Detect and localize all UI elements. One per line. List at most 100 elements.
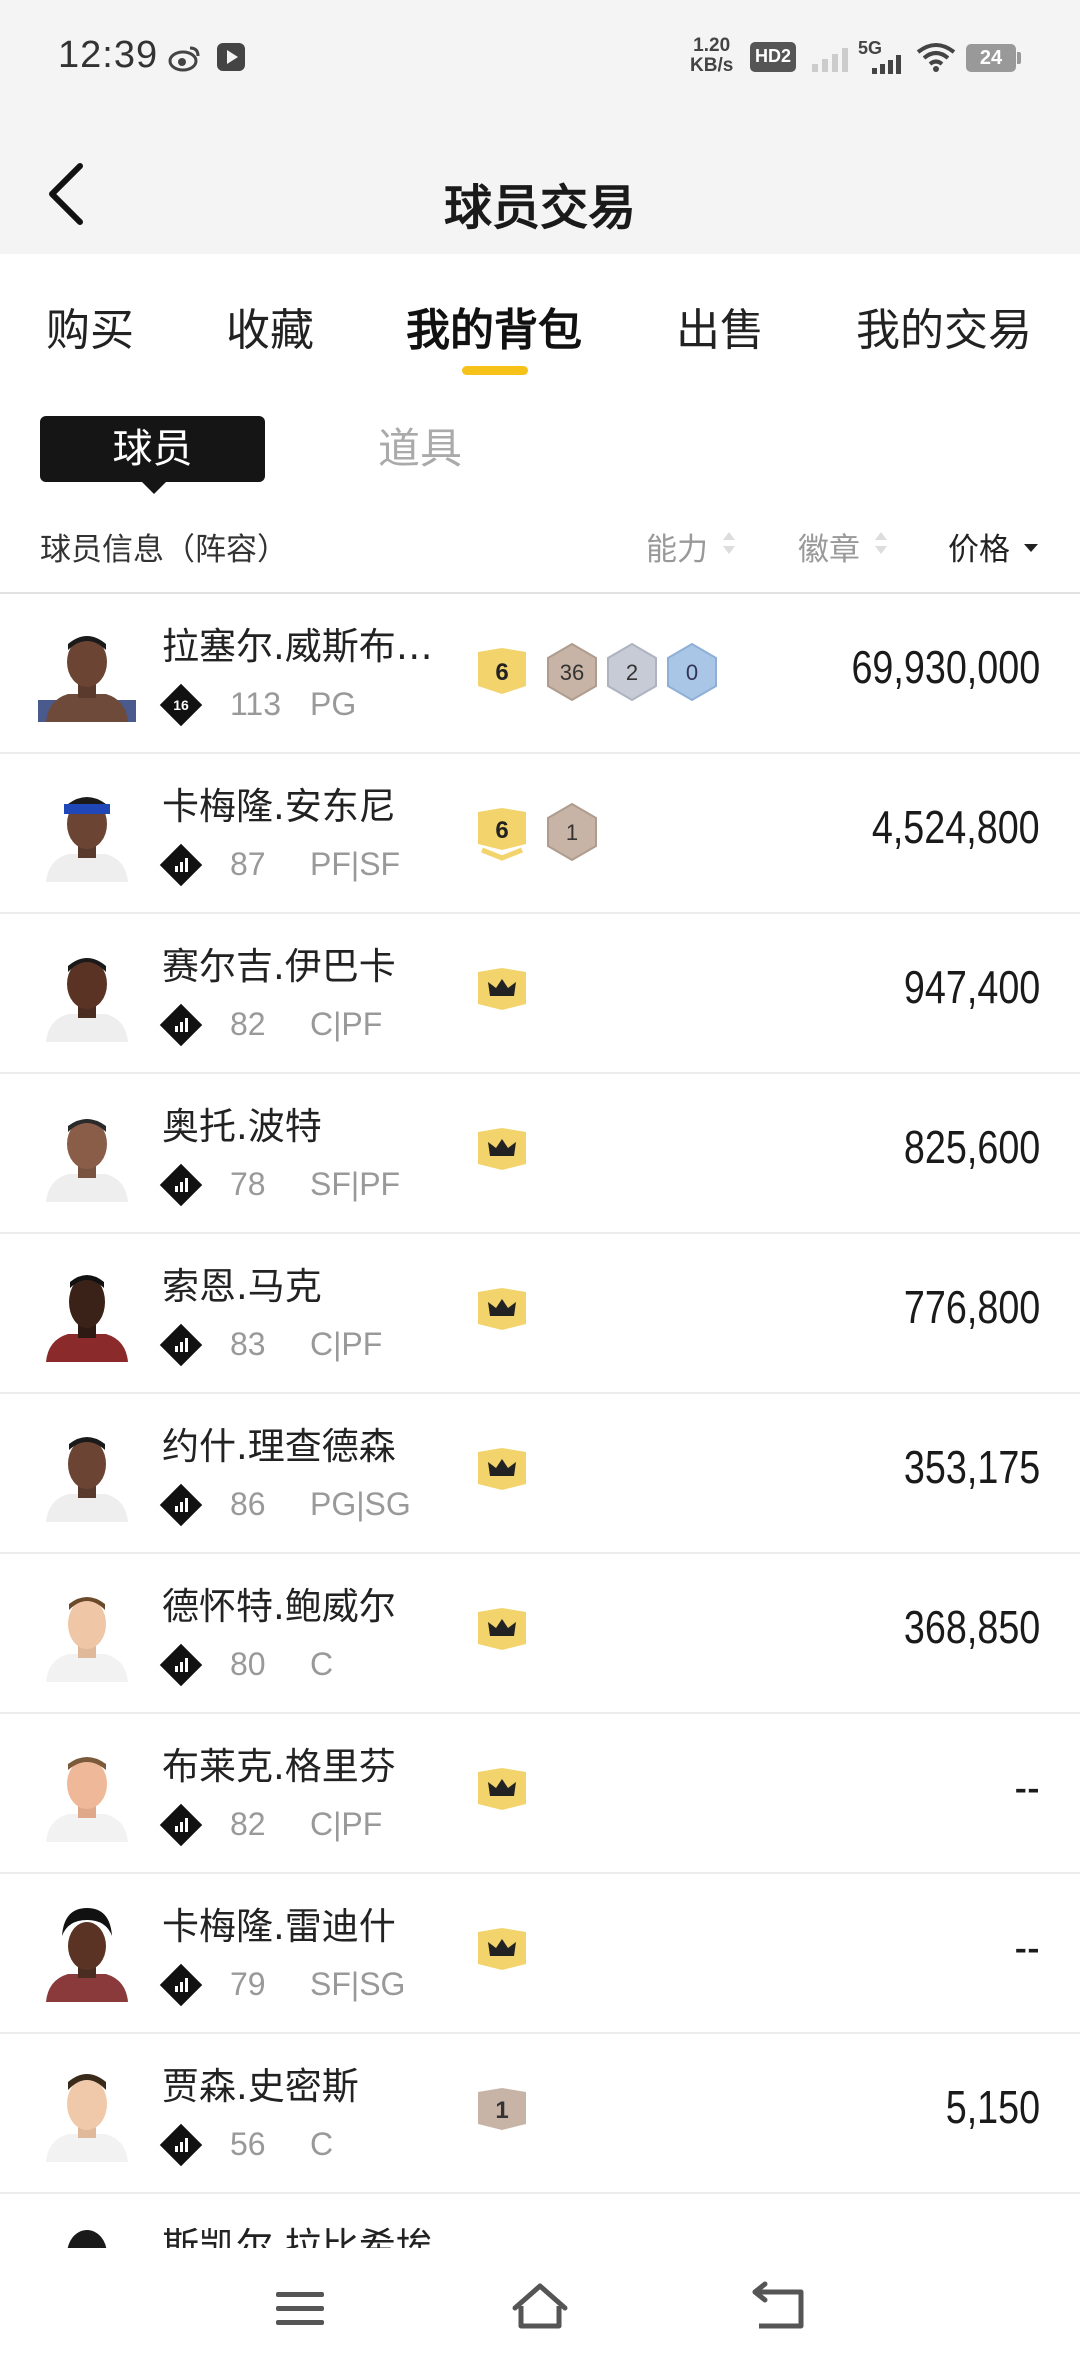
bronze-badge-icon: 1 — [547, 802, 597, 862]
battery-tip — [1017, 52, 1021, 64]
network-speed: 1.20 KB/s — [690, 35, 734, 76]
ability-level: 1 — [495, 2097, 508, 2124]
player-name: 奥托.波特 — [162, 1105, 322, 1148]
sub-tab-pointer — [142, 482, 166, 494]
signal-strong-icon — [872, 55, 901, 74]
back-icon[interactable] — [745, 2278, 815, 2338]
player-row[interactable]: 布莱克.格里芬 82 C|PF -- — [0, 1714, 1080, 1874]
player-name: 约什.理查德森 — [162, 1425, 396, 1468]
player-row[interactable]: 约什.理查德森 86 PG|SG 353,175 — [0, 1394, 1080, 1554]
player-position: PG — [310, 686, 357, 722]
crown-icon — [478, 1448, 526, 1490]
player-name: 索恩.马克 — [162, 1265, 322, 1308]
bars-icon — [175, 1658, 188, 1672]
bars-icon — [175, 1498, 188, 1512]
sub-tab-player-label: 球员 — [112, 426, 193, 472]
player-ovr: 80 — [230, 1646, 266, 1682]
player-position: SF|SG — [310, 1966, 406, 2002]
status-time: 12:39 — [58, 34, 159, 76]
player-ovr: 79 — [230, 1966, 266, 2002]
column-badge[interactable]: 徽章 — [798, 524, 860, 569]
player-row[interactable]: 卡梅隆.安东尼 87 PF|SF 6 1 4,524,800 — [0, 754, 1080, 914]
bronze-badge-count: 36 — [560, 660, 584, 685]
system-nav-bar — [0, 2248, 1080, 2376]
column-price[interactable]: 价格 — [948, 524, 1010, 569]
ability-level: 6 — [495, 817, 508, 844]
player-row[interactable]: 贾森.史密斯 56 C 1 5,150 — [0, 2034, 1080, 2194]
player-price: 69,930,000 — [851, 641, 1040, 693]
home-icon[interactable] — [505, 2278, 575, 2338]
player-avatar — [46, 1757, 128, 1842]
crown-icon — [478, 1928, 526, 1970]
player-name: 卡梅隆.安东尼 — [162, 785, 396, 828]
hd-icon: HD2 — [750, 42, 797, 72]
player-ovr: 82 — [230, 1006, 266, 1042]
silver-badge-icon: 2 — [607, 642, 657, 702]
tier-number: 16 — [173, 697, 189, 713]
column-headers: 球员信息（阵容） 能力 徽章 价格 — [0, 510, 1080, 594]
player-list: 拉塞尔.威斯布… 16 113 PG 6 36 2 0 69,930,000 卡… — [0, 594, 1080, 2254]
sub-tab-items[interactable]: 道具 — [378, 416, 462, 482]
player-row[interactable]: 德怀特.鲍威尔 80 C 368,850 — [0, 1554, 1080, 1714]
player-position: C — [310, 1646, 334, 1682]
player-price: -- — [1014, 1761, 1040, 1813]
bronze-badge-count: 1 — [566, 820, 578, 845]
player-row[interactable]: 赛尔吉.伊巴卡 82 C|PF 947,400 — [0, 914, 1080, 1074]
tab-buy[interactable]: 购买 — [46, 294, 134, 358]
battery-icon: 24 — [966, 44, 1016, 72]
sort-neutral-icon[interactable] — [874, 528, 888, 558]
player-price: 947,400 — [903, 961, 1040, 1013]
bars-icon — [175, 1338, 188, 1352]
player-row[interactable]: 拉塞尔.威斯布… 16 113 PG 6 36 2 0 69,930,000 — [0, 594, 1080, 754]
player-position: SF|PF — [310, 1166, 401, 1202]
ability-level: 6 — [495, 659, 508, 686]
sub-tab-player[interactable]: 球员 — [40, 416, 265, 494]
signal-weak-icon — [812, 48, 848, 72]
sort-neutral-icon[interactable] — [722, 528, 736, 558]
bars-icon — [175, 1018, 188, 1032]
wifi-icon — [916, 43, 956, 72]
player-avatar — [46, 1275, 128, 1362]
player-position: C|PF — [310, 1806, 383, 1842]
player-price: 4,524,800 — [872, 801, 1040, 853]
tab-sell[interactable]: 出售 — [676, 294, 764, 358]
header: 球员交易 — [0, 118, 1080, 254]
menu-icon[interactable] — [266, 2278, 336, 2338]
player-price: 353,175 — [903, 1441, 1040, 1493]
player-row[interactable]: 卡梅隆.雷迪什 79 SF|SG -- — [0, 1874, 1080, 2034]
player-avatar — [38, 636, 136, 722]
column-ability[interactable]: 能力 — [646, 524, 708, 569]
player-avatar — [46, 797, 128, 882]
player-price: 825,600 — [903, 1121, 1040, 1173]
player-position: C|PF — [310, 1326, 383, 1362]
player-position: C — [310, 2126, 334, 2162]
main-tabs: 购买 收藏 我的背包 出售 我的交易 — [0, 254, 1080, 386]
player-row[interactable]: 斯凯尔.拉比希埃 — [0, 2194, 1080, 2254]
player-ovr: 82 — [230, 1806, 266, 1842]
media-app-icon — [217, 43, 245, 71]
bronze-badge-icon: 36 — [547, 642, 597, 702]
player-avatar — [46, 1597, 128, 1682]
tab-favorites[interactable]: 收藏 — [226, 294, 314, 358]
player-row[interactable]: 索恩.马克 83 C|PF 776,800 — [0, 1234, 1080, 1394]
column-player-info: 球员信息（阵容） — [40, 532, 288, 568]
player-row[interactable]: 奥托.波特 78 SF|PF 825,600 — [0, 1074, 1080, 1234]
bars-icon — [175, 1818, 188, 1832]
player-price: -- — [1014, 1921, 1040, 1973]
crown-icon — [478, 1768, 526, 1810]
player-price: 368,850 — [903, 1601, 1040, 1653]
player-position: PG|SG — [310, 1486, 411, 1522]
crown-icon — [478, 1288, 526, 1330]
player-avatar — [46, 1908, 128, 2002]
player-avatar — [46, 958, 128, 1042]
player-name: 布莱克.格里芬 — [162, 1745, 396, 1788]
tab-my-bag[interactable]: 我的背包 — [406, 294, 582, 358]
player-avatar — [46, 1119, 128, 1202]
tab-my-trades[interactable]: 我的交易 — [856, 294, 1032, 358]
player-ovr: 83 — [230, 1326, 266, 1362]
crown-icon — [478, 1128, 526, 1170]
silver-badge-count: 2 — [626, 660, 638, 685]
bars-icon — [175, 858, 188, 872]
player-ovr: 78 — [230, 1166, 266, 1202]
sort-desc-icon[interactable] — [1024, 532, 1038, 562]
